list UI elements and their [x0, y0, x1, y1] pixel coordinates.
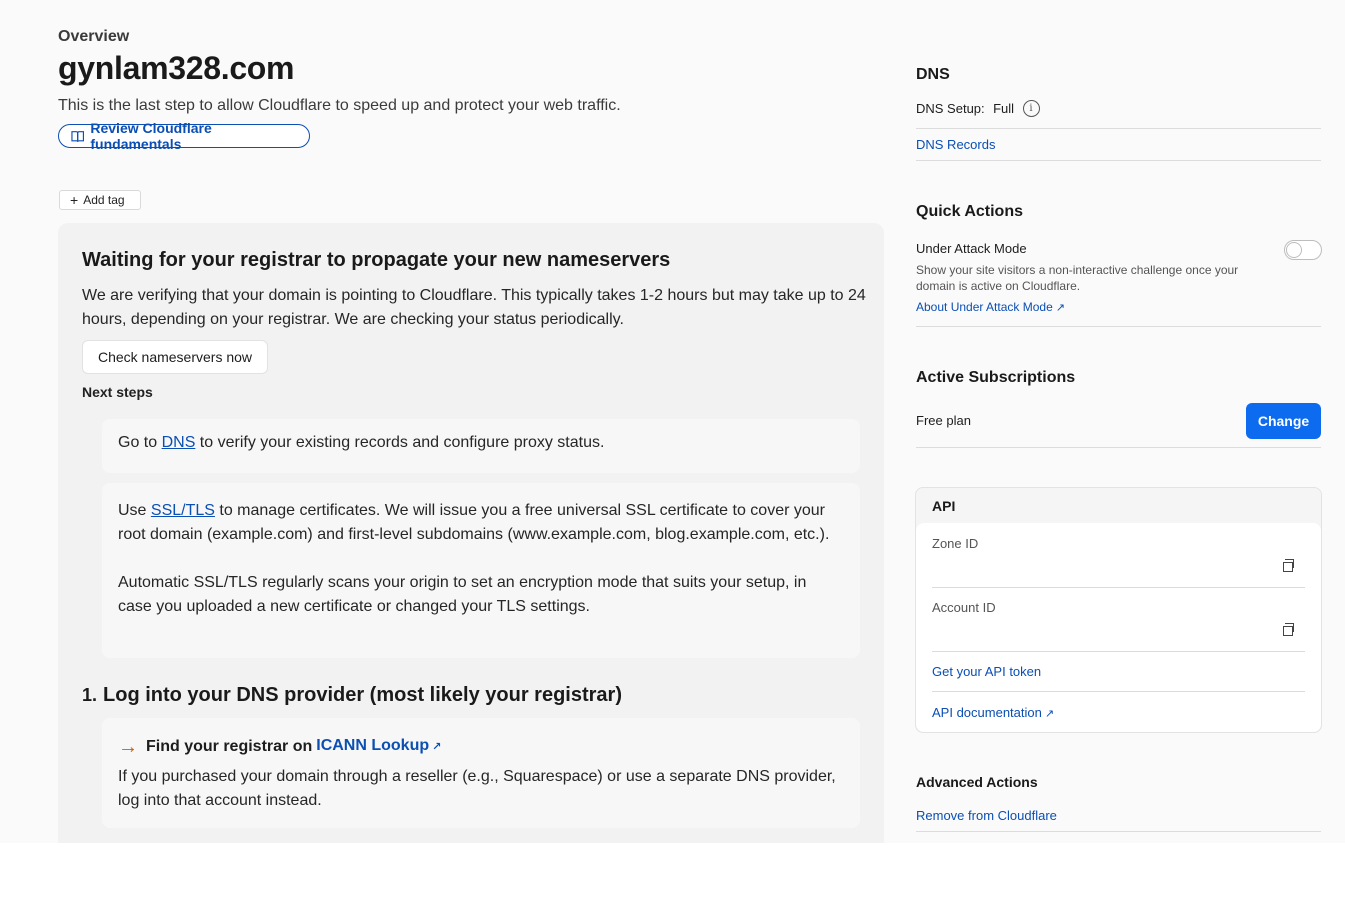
external-link-icon: ↗: [1055, 302, 1065, 314]
external-link-icon: ↗: [1044, 708, 1055, 720]
status-description: We are verifying that your domain is poi…: [82, 287, 866, 328]
account-id-label: Account ID: [932, 600, 996, 615]
get-api-token-link[interactable]: Get your API token: [932, 664, 1041, 679]
divider: [932, 651, 1305, 652]
book-icon: [71, 130, 84, 142]
nameserver-status-card: Waiting for your registrar to propagate …: [58, 223, 884, 843]
dns-setup-row: DNS Setup: Full i: [916, 100, 1321, 129]
step-1-title: Log into your DNS provider (most likely …: [103, 684, 622, 706]
icann-lookup-link[interactable]: ICANN Lookup ↗: [316, 734, 441, 759]
find-registrar-prefix: Find your registrar on: [146, 737, 313, 755]
remove-from-cloudflare-link[interactable]: Remove from Cloudflare: [916, 808, 1057, 823]
copy-zone-id-icon[interactable]: [1283, 559, 1294, 572]
review-fundamentals-button[interactable]: Review Cloudflare fundamentals: [58, 120, 310, 152]
under-attack-mode-label: Under Attack Mode: [916, 241, 1027, 256]
remove-row: Remove from Cloudflare: [916, 807, 1321, 832]
dns-section-title: DNS: [916, 66, 950, 83]
arrow-right-icon: →: [118, 735, 138, 758]
review-fundamentals-label: Review Cloudflare fundamentals: [90, 120, 212, 152]
api-documentation-label: API documentation: [932, 705, 1042, 720]
under-attack-mode-toggle[interactable]: [1284, 240, 1322, 260]
advanced-actions-title: Advanced Actions: [916, 774, 1038, 790]
ssl-step-box: Use SSL/TLS to manage certificates. We w…: [102, 483, 860, 658]
api-documentation-link[interactable]: API documentation ↗: [932, 705, 1054, 720]
copy-account-id-icon[interactable]: [1283, 623, 1294, 636]
zone-id-label: Zone ID: [932, 536, 979, 551]
api-card-body: [916, 523, 1321, 732]
step-1-heading: 1. Log into your DNS provider (most like…: [82, 684, 622, 707]
check-nameservers-button[interactable]: Check nameservers now: [82, 340, 268, 374]
change-plan-button[interactable]: Change: [1246, 403, 1321, 439]
uam-link-row: About Under Attack Mode ↗: [916, 298, 1321, 327]
about-uam-link[interactable]: About Under Attack Mode ↗: [916, 300, 1065, 314]
find-registrar-body: If you purchased your domain through a r…: [118, 768, 836, 809]
add-tag-button[interactable]: + Add tag: [59, 190, 141, 210]
ssl-tls-link[interactable]: SSL/TLS: [151, 502, 215, 519]
dns-records-link[interactable]: DNS Records: [916, 137, 995, 152]
api-title: API: [932, 498, 956, 514]
info-icon[interactable]: i: [1022, 100, 1040, 118]
plus-icon: +: [70, 192, 79, 208]
about-uam-label: About Under Attack Mode: [916, 300, 1053, 314]
icann-lookup-label: ICANN Lookup: [316, 737, 430, 754]
ssl-step-paragraph-2: Automatic SSL/TLS regularly scans your o…: [118, 574, 807, 615]
page-title: gynlam328.com: [58, 50, 295, 86]
step-1-number: 1.: [82, 685, 98, 705]
quick-actions-title: Quick Actions: [916, 203, 1023, 220]
add-tag-label: Add tag: [83, 193, 125, 207]
dns-step-suffix: to verify your existing records and conf…: [195, 434, 605, 451]
external-link-icon: ↗: [432, 741, 442, 753]
subscriptions-title: Active Subscriptions: [916, 369, 1076, 386]
breadcrumb: Overview: [58, 28, 130, 45]
dns-records-row: DNS Records: [916, 136, 1321, 161]
plan-name: Free plan: [916, 413, 971, 428]
dns-step-box: Go to DNS to verify your existing record…: [102, 419, 860, 473]
toggle-knob: [1286, 242, 1302, 258]
dns-step-prefix: Go to: [118, 434, 162, 451]
ssl-step-paragraph-1: Use SSL/TLS to manage certificates. We w…: [118, 499, 844, 547]
dns-setup-label: DNS Setup:: [916, 101, 985, 116]
find-registrar-row: → Find your registrar on ICANN Lookup ↗: [118, 734, 844, 759]
dns-setup-value: Full: [993, 101, 1015, 116]
under-attack-mode-description: Show your site visitors a non-interactiv…: [916, 263, 1239, 293]
find-registrar-box: → Find your registrar on ICANN Lookup ↗ I…: [102, 718, 860, 828]
status-title: Waiting for your registrar to propagate …: [82, 249, 671, 271]
next-steps-heading: Next steps: [82, 384, 153, 400]
dns-link[interactable]: DNS: [162, 434, 196, 451]
page-subtitle: This is the last step to allow Cloudflar…: [58, 97, 621, 114]
ssl-step-suffix: to manage certificates. We will issue yo…: [118, 502, 830, 543]
divider: [932, 587, 1305, 588]
divider: [932, 691, 1305, 692]
ssl-step-prefix: Use: [118, 502, 151, 519]
